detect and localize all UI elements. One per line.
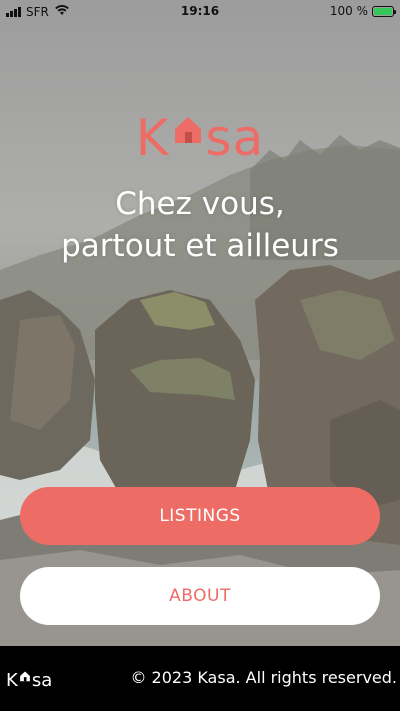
battery-icon: [372, 5, 396, 17]
logo-text-end: sa: [205, 109, 265, 167]
footer-copyright: © 2023 Kasa. All rights reserved.: [130, 668, 397, 687]
hero-tagline: Chez vous, partout et ailleurs: [0, 183, 400, 267]
hero-background-image: [0, 0, 400, 646]
footer-logo-text-end: sa: [31, 670, 53, 691]
footer-logo-text-start: K: [6, 670, 18, 691]
kasa-logo: K sa: [0, 98, 400, 168]
tagline-line-2: partout et ailleurs: [61, 228, 339, 264]
battery-percent: 100 %: [329, 4, 368, 18]
tagline-line-1: Chez vous,: [115, 186, 285, 222]
home-screen: SFR 19:16 100 % K sa Chez vous, partout …: [0, 0, 400, 711]
footer-house-icon: [19, 666, 31, 688]
footer: K sa © 2023 Kasa. All rights reserved.: [0, 646, 400, 711]
footer-logo: K sa: [6, 666, 52, 692]
listings-button[interactable]: LISTINGS: [20, 487, 380, 545]
about-button[interactable]: ABOUT: [20, 567, 380, 625]
house-icon: [172, 98, 204, 158]
logo-text-start: K: [135, 109, 170, 167]
status-bar: SFR 19:16 100 %: [0, 0, 400, 22]
status-right: 100 %: [329, 4, 396, 18]
